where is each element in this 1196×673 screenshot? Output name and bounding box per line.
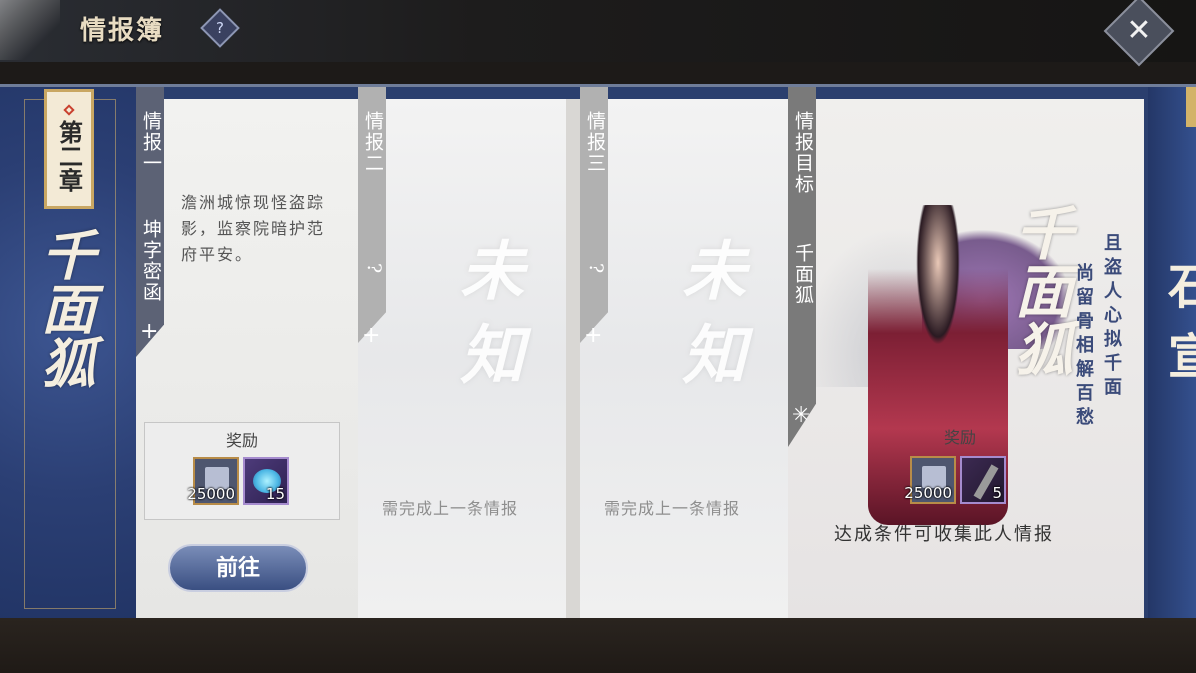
target-reward-silver[interactable]: 25000	[904, 456, 956, 504]
unknown-mark: 未知	[671, 237, 746, 405]
chapter-panel: 第二章 千面狐	[0, 87, 136, 621]
reward-count: 25000	[187, 485, 235, 503]
reward-count: 15	[265, 485, 285, 503]
question-mark-icon: ?	[216, 19, 224, 37]
chapter-badge: 第二章	[44, 89, 94, 209]
intel-page-1	[136, 99, 358, 619]
intel-tab-3-subtitle: ?	[585, 263, 607, 276]
reward-count: 25000	[904, 484, 952, 502]
right-edge: 石宣	[1148, 87, 1196, 621]
intel-tab-1-subtitle: 坤字密函	[140, 219, 162, 303]
reward-count: 5	[992, 484, 1002, 502]
poem-line-right: 且盗人心拟千面	[1101, 233, 1122, 401]
bottom-bar	[0, 618, 1196, 673]
intel-1-description: 澹洲城惊现怪盗踪影，监察院暗护范府平安。	[181, 193, 326, 264]
feather-decoration-icon	[0, 0, 60, 60]
poem-line-left: 尚留骨相解百愁	[1073, 263, 1094, 431]
close-icon: ✕	[1126, 13, 1152, 48]
right-edge-calligraphy: 石宣	[1168, 259, 1196, 385]
go-button[interactable]: 前往	[168, 544, 308, 592]
target-tab-title: 情报目标	[792, 111, 814, 195]
sparkle-icon: ✳	[792, 403, 811, 428]
plus-icon: +	[362, 323, 381, 348]
help-button[interactable]: ?	[200, 8, 240, 48]
reward-label: 奖励	[225, 431, 258, 450]
target-tab-subtitle: 千面狐	[792, 243, 814, 306]
reward-item-silver[interactable]: 25000	[187, 457, 239, 505]
requirement-text: 需完成上一条情报	[382, 499, 519, 518]
target-reward-wand[interactable]: 5	[960, 456, 1006, 504]
intel-tab-2-subtitle: ?	[363, 263, 385, 276]
target-reward-text: 奖励	[943, 428, 976, 447]
intel-tab-1-title: 情报一	[140, 111, 162, 174]
diamond-icon	[63, 104, 75, 116]
reward-box: 奖励 25000 15	[144, 422, 340, 520]
requirement-text: 需完成上一条情报	[604, 499, 741, 518]
chapter-label: 第二章	[54, 120, 84, 192]
chapter-calligraphy: 千面狐	[32, 227, 96, 389]
close-button[interactable]: ✕	[1103, 0, 1175, 67]
plus-icon: +	[584, 323, 603, 348]
target-reward-label: 奖励	[860, 424, 1060, 448]
intel-tab-3-title: 情报三	[584, 111, 606, 174]
plus-icon: +	[140, 319, 159, 344]
intel-tab-2-title: 情报二	[362, 111, 384, 174]
page-gap	[566, 99, 580, 619]
target-condition: 达成条件可收集此人情报	[834, 524, 1054, 545]
unknown-mark: 未知	[449, 237, 524, 405]
top-bar: 情报簿 ? ✕	[0, 0, 1196, 67]
gold-bar	[1186, 87, 1196, 127]
reward-item-gem[interactable]: 15	[243, 457, 289, 505]
page-title: 情报簿	[80, 16, 165, 46]
target-calligraphy: 千面狐	[1005, 203, 1073, 377]
